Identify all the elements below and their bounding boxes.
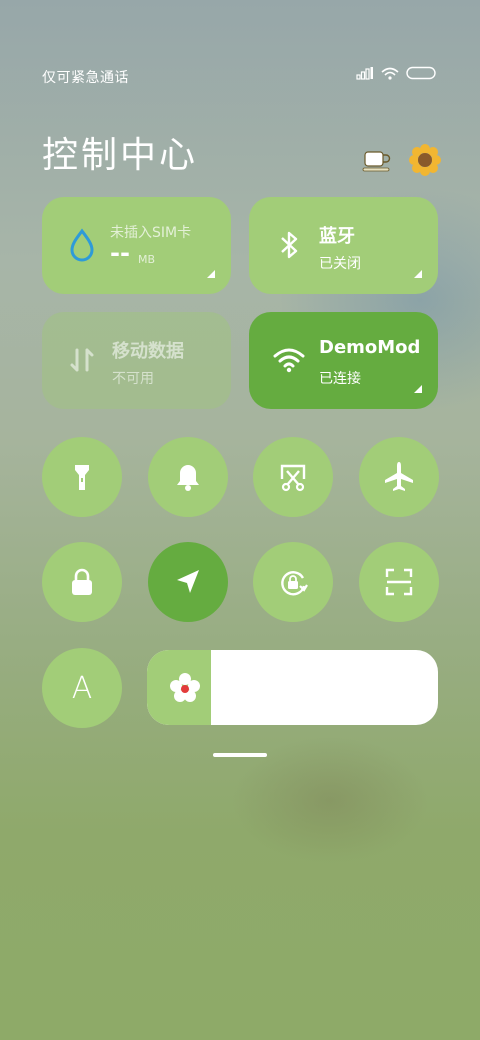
screenshot-toggle[interactable] xyxy=(253,437,333,517)
flashlight-toggle[interactable] xyxy=(42,437,122,517)
location-arrow-icon xyxy=(177,570,199,593)
mobile-data-tile[interactable]: 移动数据 不可用 xyxy=(42,312,231,409)
bluetooth-label: 蓝牙 xyxy=(319,226,355,247)
status-bar: 仅可紧急通话 xyxy=(0,60,480,92)
airplane-mode-toggle[interactable] xyxy=(359,437,439,517)
lock-icon xyxy=(72,568,92,595)
wifi-network-name: DemoMod xyxy=(319,337,421,358)
data-usage-unit: MB xyxy=(138,253,156,266)
auto-brightness-toggle[interactable]: A xyxy=(42,648,122,728)
expand-corner-icon xyxy=(414,270,422,278)
mute-toggle[interactable] xyxy=(148,437,228,517)
flower-brightness-icon xyxy=(170,673,200,702)
wifi-icon xyxy=(381,67,399,80)
letter-a-icon: A xyxy=(71,670,93,706)
rotation-lock-icon xyxy=(281,571,308,596)
tea-cup-icon[interactable] xyxy=(360,143,394,177)
settings-flower-icon[interactable] xyxy=(408,143,442,177)
mobile-data-arrows-icon xyxy=(70,348,94,372)
brightness-slider[interactable] xyxy=(147,650,438,725)
scanner-toggle[interactable] xyxy=(359,542,439,622)
battery-icon xyxy=(406,66,436,80)
location-toggle[interactable] xyxy=(148,542,228,622)
airplane-icon xyxy=(385,462,413,491)
expand-corner-icon xyxy=(207,270,215,278)
mobile-data-status: 不可用 xyxy=(112,371,154,387)
wifi-icon xyxy=(273,348,305,373)
flashlight-icon xyxy=(75,465,89,490)
status-icons xyxy=(356,66,436,80)
bluetooth-tile[interactable]: 蓝牙 已关闭 xyxy=(249,197,438,294)
signal-icon xyxy=(356,67,373,80)
wifi-tile[interactable]: DemoMod 已连接 xyxy=(249,312,438,409)
bell-icon xyxy=(177,465,199,491)
lock-screen-toggle[interactable] xyxy=(42,542,122,622)
data-usage-value: -- xyxy=(110,239,130,267)
data-usage-tile[interactable]: 未插入SIM卡 -- MB xyxy=(42,197,231,294)
auto-rotate-toggle[interactable] xyxy=(253,542,333,622)
bluetooth-status: 已关闭 xyxy=(319,256,361,272)
bluetooth-icon xyxy=(281,231,298,259)
water-drop-icon xyxy=(70,228,94,262)
page-title: 控制中心 xyxy=(42,135,199,176)
scan-icon xyxy=(385,568,413,596)
carrier-status-text: 仅可紧急通话 xyxy=(42,70,129,86)
expand-corner-icon xyxy=(414,385,422,393)
home-indicator[interactable] xyxy=(213,753,267,757)
wifi-status: 已连接 xyxy=(319,371,361,387)
mobile-data-label: 移动数据 xyxy=(112,341,184,362)
scissors-icon xyxy=(280,464,306,492)
